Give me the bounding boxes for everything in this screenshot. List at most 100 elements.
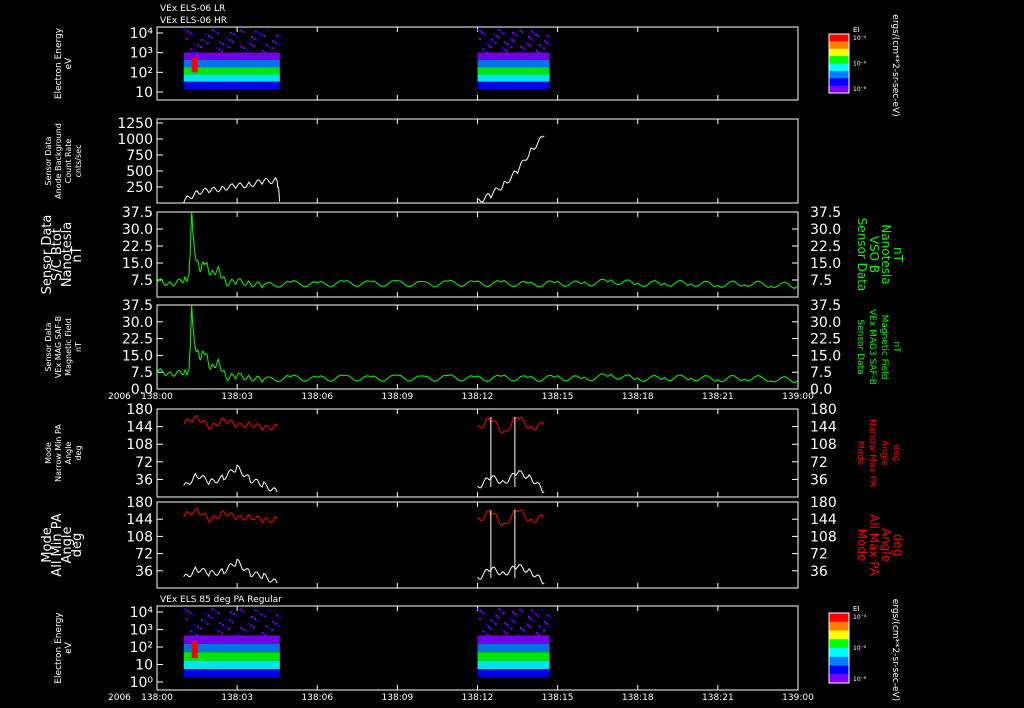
heatmap-noise	[253, 617, 256, 620]
heatmap-noise	[540, 29, 543, 32]
heatmap-noise	[226, 37, 229, 40]
heatmap-noise	[514, 613, 517, 616]
heatmap-noise	[517, 51, 520, 54]
y-tick-label-right: 144	[810, 420, 837, 436]
y-axis-label-right: deg	[891, 445, 901, 462]
time-axis-tick-label: 138:00	[141, 392, 173, 402]
heatmap-noise	[257, 32, 260, 35]
heatmap-noise	[217, 612, 220, 615]
y-tick-label: 10²	[130, 640, 153, 656]
heatmap-noise	[251, 616, 254, 619]
heatmap-noise	[513, 621, 516, 624]
y-tick-label: 10⁴	[130, 605, 154, 621]
time-axis-tick-label: 138:12	[462, 392, 494, 402]
y-axis-label: Narrow Min PA	[54, 424, 63, 482]
series-line	[477, 564, 545, 585]
heatmap-noise	[546, 614, 549, 617]
heatmap-noise	[486, 51, 489, 54]
heatmap-noise	[527, 36, 530, 39]
heatmap-noise	[530, 617, 533, 620]
heatmap-noise	[275, 41, 278, 44]
heatmap-noise	[276, 34, 279, 37]
y-tick-label-right: 72	[810, 547, 828, 563]
panel-btot: 37.5 37.530.0 30.022.5 22.515.0 15.07.5 7.5Se…	[40, 205, 905, 298]
heatmap-noise	[527, 616, 530, 619]
heatmap-noise	[519, 608, 522, 611]
colorbar-swatch	[829, 630, 849, 640]
heatmap-noise	[500, 30, 503, 33]
heatmap-noise	[493, 612, 496, 615]
y-tick-label-right: 37.5	[810, 205, 841, 221]
y-tick-label: 30.0	[122, 222, 153, 238]
y-tick-label: 37.5	[122, 298, 153, 314]
y-axis-label: eV	[64, 641, 74, 654]
heatmap-noise	[516, 614, 519, 617]
y-tick-label: 10³	[130, 46, 153, 62]
heatmap-noise	[492, 40, 495, 43]
colorbar-tick-label: 10⁻⁶	[853, 61, 867, 68]
heatmap-noise	[530, 37, 533, 40]
heatmap-noise	[200, 46, 203, 49]
y-axis-label-right: Mode	[855, 529, 869, 562]
heatmap-noise	[217, 32, 220, 35]
heatmap-noise	[242, 610, 245, 613]
y-axis-label-right: Sensor Data	[855, 319, 865, 374]
heatmap-noise	[506, 43, 509, 46]
y-tick-label: 22.5	[122, 332, 153, 348]
heatmap-noise	[196, 51, 199, 54]
y-tick-label: 750	[126, 148, 153, 164]
colorbar-swatch	[829, 621, 849, 631]
heatmap-noise	[535, 49, 538, 52]
heatmap-noise	[495, 34, 498, 37]
heatmap-noise	[225, 626, 228, 629]
colorbar-tick-label: 10⁻⁴	[853, 35, 867, 42]
header-line1: VEx ELS-06 LR	[160, 4, 225, 14]
heatmap-noise	[548, 43, 551, 46]
heatmap-noise	[206, 42, 209, 45]
heatmap-noise	[501, 46, 504, 49]
colorbar-tick-label: 10⁻⁸	[853, 86, 867, 93]
heatmap-noise	[190, 630, 193, 633]
y-axis-label: Anode Background	[54, 123, 63, 199]
y-tick-label: 180	[126, 495, 153, 511]
heatmap-noise	[221, 632, 224, 635]
heatmap-noise	[537, 615, 540, 618]
heatmap-hot	[191, 641, 198, 659]
heatmap-noise	[206, 623, 209, 626]
heatmap-noise	[193, 50, 196, 53]
series-line	[183, 176, 281, 203]
heatmap-noise	[256, 39, 259, 42]
heatmap-noise	[200, 627, 203, 630]
heatmap-noise	[498, 608, 501, 611]
heatmap-noise	[509, 617, 512, 620]
colorbar-swatch	[829, 656, 849, 666]
time-axis-tick-label: 138:09	[382, 392, 414, 402]
plot-canvas: VEx ELS-06 LR VEx ELS-06 HR VEx ELS 85 d…	[40, 4, 905, 703]
heatmap-noise	[261, 49, 264, 52]
heatmap-noise	[227, 46, 230, 49]
heatmap-noise	[246, 630, 249, 633]
heatmap-noise	[505, 50, 508, 53]
heatmap-noise	[271, 47, 274, 50]
y-tick-label-right: 37.5	[810, 298, 841, 314]
heatmap-band	[477, 67, 550, 75]
y-tick-label: 30.0	[122, 315, 153, 331]
heatmap-noise	[478, 618, 481, 621]
time-axis-tick-label: 138:18	[622, 392, 654, 402]
y-axis-label-right: Angle	[879, 440, 889, 466]
heatmap-noise	[495, 614, 498, 617]
heatmap-band	[183, 81, 280, 90]
heatmap-noise	[252, 626, 255, 629]
heatmap-noise	[197, 44, 200, 47]
time-axis-tick-label: 138:21	[702, 693, 734, 703]
heatmap-noise	[522, 47, 525, 50]
heatmap-noise	[250, 43, 253, 46]
y-axis-label-right: Angle	[879, 528, 893, 562]
heatmap-noise	[500, 610, 503, 613]
y-axis-label-right: Narrow Max PA	[867, 419, 877, 487]
time-axis-year: 2006	[108, 693, 131, 703]
heatmap-noise	[527, 43, 530, 46]
heatmap-noise	[548, 624, 551, 627]
y-tick-label-right: 15.0	[810, 348, 841, 364]
heatmap-noise	[483, 33, 486, 36]
